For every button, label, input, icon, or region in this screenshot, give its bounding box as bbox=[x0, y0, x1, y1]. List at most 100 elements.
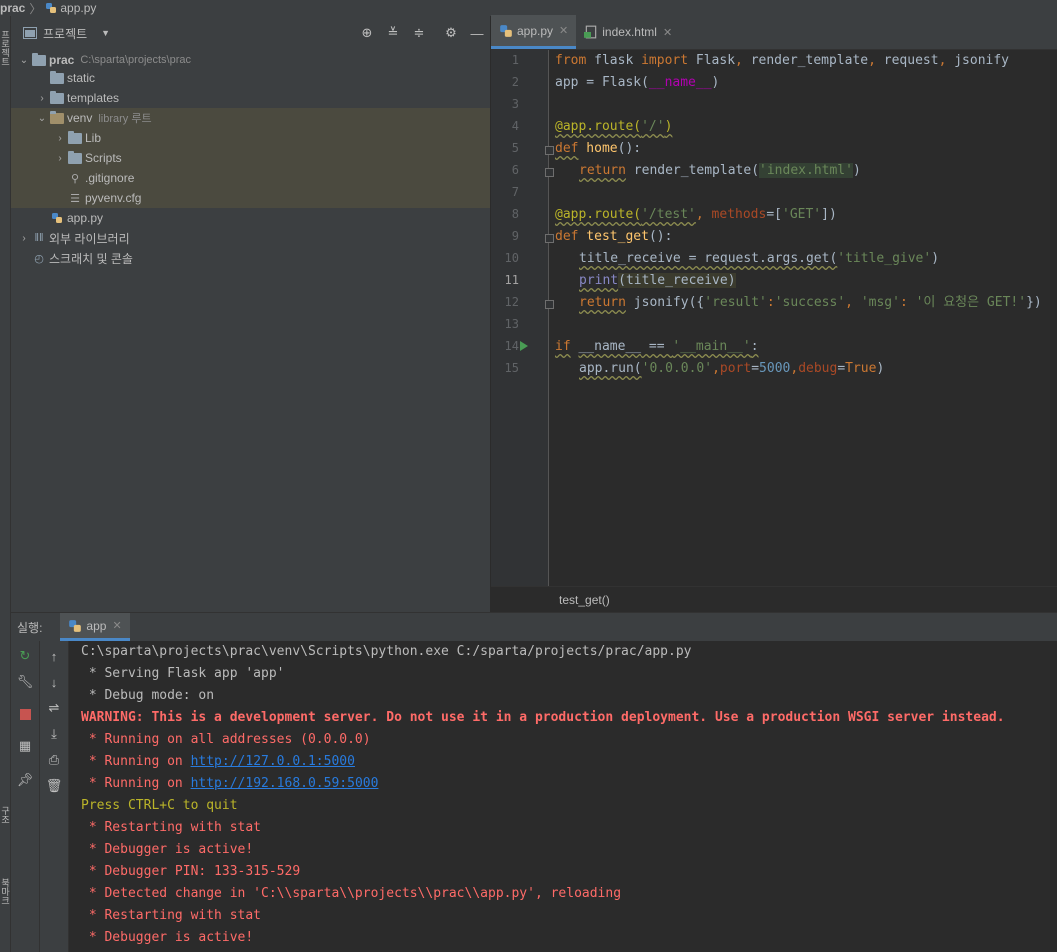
tree-item-scratches[interactable]: ◴ 스크래치 및 콘솔 bbox=[11, 248, 490, 268]
trash-icon[interactable]: 🗑︎ bbox=[45, 777, 63, 795]
run-gutter-icon[interactable] bbox=[520, 341, 528, 351]
tree-item-scripts[interactable]: › Scripts bbox=[11, 148, 490, 168]
html-file-icon bbox=[584, 25, 597, 39]
console-line: C:\sparta\projects\prac\venv\Scripts\pyt… bbox=[81, 644, 692, 659]
soft-wrap-icon[interactable]: ⇌ bbox=[45, 699, 63, 717]
console-output[interactable]: C:\sparta\projects\prac\venv\Scripts\pyt… bbox=[69, 641, 1057, 952]
console-line: * Debugger PIN: 133-315-529 bbox=[81, 864, 301, 879]
tree-item-app-py[interactable]: app.py bbox=[11, 208, 490, 228]
code-breadcrumb-item[interactable]: test_get() bbox=[559, 593, 610, 607]
folder-icon bbox=[67, 130, 83, 145]
code-line-15: app.run('0.0.0.0',port=5000,debug=True) bbox=[579, 361, 885, 376]
console-line: * Debugger is active! bbox=[81, 930, 254, 945]
locate-icon[interactable]: ⊕ bbox=[359, 25, 375, 41]
python-file-icon bbox=[46, 3, 57, 13]
tree-item-external-libraries[interactable]: › ‖‖ 외부 라이브러리 bbox=[11, 228, 490, 248]
expand-all-icon[interactable]: ≚ bbox=[385, 25, 401, 41]
tree-item-label: 외부 라이브러리 bbox=[49, 231, 130, 246]
line-number: 6 bbox=[511, 163, 519, 177]
run-panel-header: 실행: app ✕ bbox=[11, 613, 1057, 641]
collapse-all-icon[interactable]: ≑ bbox=[411, 25, 427, 41]
run-tab-app[interactable]: app ✕ bbox=[60, 613, 130, 641]
tab-app-py[interactable]: app.py ✕ bbox=[491, 15, 577, 49]
run-toolbar-primary: ↻ 🔧︎ ▦ 📌︎ bbox=[11, 641, 40, 952]
fold-marker-icon[interactable] bbox=[545, 168, 554, 177]
tree-item-label: static bbox=[67, 71, 96, 85]
close-icon[interactable]: ✕ bbox=[663, 26, 672, 39]
chevron-right-icon[interactable]: › bbox=[35, 93, 49, 104]
library-icon: ‖‖ bbox=[34, 232, 44, 244]
tree-item-lib[interactable]: › Lib bbox=[11, 128, 490, 148]
line-number-gutter: 1 2 3 4 5 6 7 8 9 10 11 12 13 14 15 bbox=[491, 50, 554, 586]
line-number: 13 bbox=[504, 317, 519, 331]
tree-item-gitignore[interactable]: ⚲ .gitignore bbox=[11, 168, 490, 188]
console-link[interactable]: http://192.168.0.59:5000 bbox=[191, 776, 379, 791]
console-line-warning: WARNING: This is a development server. D… bbox=[81, 710, 1005, 725]
gear-icon[interactable]: ⚙ bbox=[443, 25, 459, 41]
arrow-up-icon[interactable]: ↑ bbox=[45, 647, 63, 665]
tree-item-pyvenv[interactable]: ☰ pyvenv.cfg bbox=[11, 188, 490, 208]
chevron-down-icon[interactable]: ▼ bbox=[101, 28, 110, 38]
tree-item-label: templates bbox=[67, 91, 120, 105]
minimize-icon[interactable]: — bbox=[469, 25, 485, 41]
tree-item-static[interactable]: static bbox=[11, 68, 490, 88]
tree-item-label: prac bbox=[49, 53, 75, 67]
code-line-4: @app.route('/') bbox=[555, 119, 673, 134]
chevron-right-icon[interactable]: › bbox=[53, 133, 67, 144]
fold-marker-icon[interactable] bbox=[545, 146, 554, 155]
code-editor[interactable]: 1 2 3 4 5 6 7 8 9 10 11 12 13 14 15 from… bbox=[491, 50, 1057, 586]
tree-item-label: app.py bbox=[67, 211, 104, 225]
console-line: Press CTRL+C to quit bbox=[81, 798, 238, 813]
console-line-text: * Running on bbox=[81, 754, 191, 769]
structure-tool-button[interactable]: 구조 bbox=[0, 806, 10, 824]
chevron-down-icon[interactable]: ⌄ bbox=[35, 113, 49, 124]
line-number: 4 bbox=[511, 119, 519, 133]
fold-marker-icon[interactable] bbox=[545, 234, 554, 243]
folder-icon bbox=[49, 110, 65, 125]
code-line-8: @app.route('/test', methods=['GET']) bbox=[555, 207, 837, 222]
console-line: * Debugger is active! bbox=[81, 842, 254, 857]
tab-label: app.py bbox=[517, 23, 554, 38]
chevron-down-icon[interactable]: ⌄ bbox=[17, 55, 31, 66]
line-number: 9 bbox=[511, 229, 519, 243]
pin-icon[interactable]: 📌︎ bbox=[16, 771, 34, 789]
scratch-console-icon: ◴ bbox=[34, 252, 44, 265]
tree-item-templates[interactable]: › templates bbox=[11, 88, 490, 108]
left-tool-stripe: 프로젝트 구조 북마크 bbox=[0, 16, 11, 952]
project-view-icon bbox=[23, 27, 37, 39]
bookmarks-tool-button[interactable]: 북마크 bbox=[0, 878, 10, 905]
breadcrumb-project[interactable]: prac bbox=[0, 1, 25, 15]
project-panel: 프로젝트 ▼ ⊕ ≚ ≑ ⚙ — ⌄ prac C:\sparta\projec… bbox=[11, 16, 490, 612]
scroll-to-end-icon[interactable]: ⤓ bbox=[45, 725, 63, 743]
tree-item-prac[interactable]: ⌄ prac C:\sparta\projects\prac bbox=[11, 50, 490, 70]
chevron-right-icon[interactable]: › bbox=[17, 233, 31, 244]
code-line-12: return jsonify({'result':'success', 'msg… bbox=[579, 295, 1042, 310]
fold-marker-icon[interactable] bbox=[545, 300, 554, 309]
python-file-icon bbox=[500, 24, 512, 37]
tab-index-html[interactable]: index.html ✕ bbox=[576, 15, 680, 49]
chevron-right-icon[interactable]: › bbox=[53, 153, 67, 164]
rerun-icon[interactable]: ↻ bbox=[16, 647, 34, 665]
print-icon[interactable]: ⎙ bbox=[45, 751, 63, 769]
code-line-1: from flask import Flask, render_template… bbox=[555, 53, 1010, 68]
code-line-10: title_receive = request.args.get('title_… bbox=[579, 251, 940, 266]
tree-item-label: Scripts bbox=[85, 151, 122, 165]
line-number: 5 bbox=[511, 141, 519, 155]
line-number: 3 bbox=[511, 97, 519, 111]
layout-icon[interactable]: ▦ bbox=[16, 737, 34, 755]
wrench-icon[interactable]: 🔧︎ bbox=[16, 673, 34, 691]
tree-item-venv[interactable]: ⌄ venv library 루트 bbox=[11, 108, 490, 128]
breadcrumb-file[interactable]: app.py bbox=[60, 1, 96, 15]
folder-icon bbox=[67, 150, 83, 165]
arrow-down-icon[interactable]: ↓ bbox=[45, 673, 63, 691]
close-icon[interactable]: ✕ bbox=[112, 619, 121, 632]
console-line: * Serving Flask app 'app' bbox=[81, 666, 285, 681]
console-line: * Restarting with stat bbox=[81, 908, 262, 923]
close-icon[interactable]: ✕ bbox=[559, 24, 568, 37]
stop-icon[interactable] bbox=[16, 705, 34, 723]
console-link[interactable]: http://127.0.0.1:5000 bbox=[191, 754, 355, 769]
code-line-11: print(title_receive) bbox=[579, 273, 736, 288]
project-panel-title[interactable]: 프로젝트 bbox=[43, 25, 87, 42]
folder-icon bbox=[49, 90, 65, 105]
project-tool-button[interactable]: 프로젝트 bbox=[0, 30, 10, 66]
